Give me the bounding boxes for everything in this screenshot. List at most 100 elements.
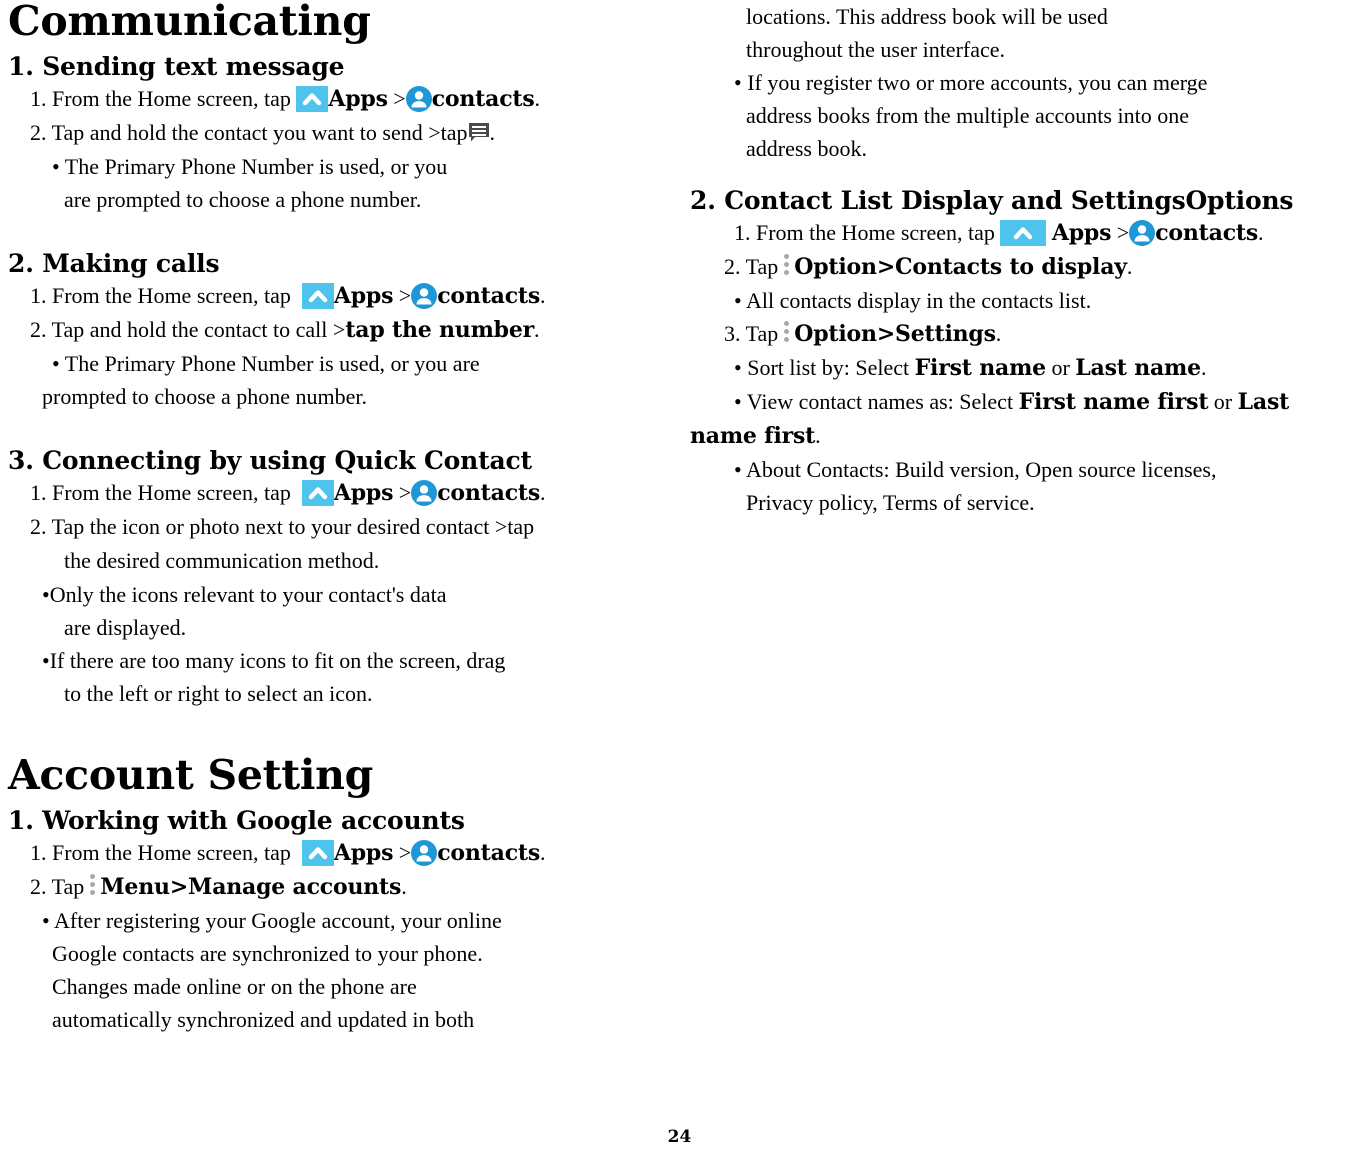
- overflow-menu-icon: [87, 873, 97, 898]
- bullet-quick-1-cont: are displayed.: [64, 614, 187, 640]
- apps-chevron-up-icon: [301, 282, 334, 309]
- bullet-google-1-l4: automatically synchronized and updated i…: [52, 1006, 475, 1032]
- bullet-conjunction: or: [1208, 389, 1238, 415]
- bullet-merge-1: • If you register two or more accounts, …: [734, 70, 1208, 95]
- step-separator: >: [393, 839, 412, 865]
- contacts-label: contacts: [437, 479, 541, 506]
- heading-quick-contact: 3. Connecting by using Quick Contact: [8, 445, 532, 475]
- step-sending-2: 2. Tap and hold the contact you want to …: [30, 116, 668, 150]
- step-separator: >: [393, 282, 412, 308]
- apps-label: Apps: [333, 282, 394, 309]
- step-suffix: .: [1126, 253, 1133, 279]
- bullet-all-contacts: • All contacts display in the contacts l…: [734, 287, 1092, 313]
- bullet-view-contact-names-cont: name first.: [690, 419, 1350, 453]
- option-first-name-first: First name first: [1018, 389, 1209, 416]
- apps-chevron-up-icon: [301, 839, 334, 866]
- step-calls-2: 2. Tap and hold the contact to call >tap…: [30, 313, 668, 347]
- option-last-name-first-part1: Last: [1237, 389, 1290, 416]
- contacts-person-icon: [405, 85, 432, 112]
- step-text: 3. Tap: [724, 320, 779, 346]
- step-quick-1: 1. From the Home screen, tap Apps > conta…: [30, 476, 668, 510]
- page-title-account-setting: Account Setting: [8, 750, 374, 799]
- bullet-quick-2: •If there are too many icons to fit on t…: [42, 647, 506, 673]
- bullet-about-contacts: • About Contacts: Build version, Open so…: [734, 457, 1217, 483]
- bullet-quick-1: •Only the icons relevant to your contact…: [42, 581, 447, 607]
- apps-chevron-up-icon: [301, 479, 334, 506]
- contacts-label: contacts: [1155, 219, 1259, 246]
- step-separator: >: [1111, 219, 1130, 245]
- contacts-label: contacts: [437, 282, 541, 309]
- left-column: Communicating 1. Sending text message 1.…: [8, 0, 668, 1036]
- bullet-merge-1-l2: address books from the multiple accounts…: [746, 103, 1189, 128]
- continued-line-2: throughout the user interface.: [746, 37, 1006, 62]
- bullet-conjunction: or: [1045, 355, 1076, 381]
- right-column: locations. This address book will be use…: [690, 0, 1350, 519]
- step-suffix: .: [534, 85, 541, 111]
- step-suffix: .: [401, 873, 407, 899]
- step-text: 1. From the Home screen, tap: [30, 85, 297, 111]
- step-separator: >: [387, 85, 406, 111]
- step-suffix: .: [1258, 219, 1264, 245]
- heading-sending-text-message: 1. Sending text message: [8, 52, 345, 82]
- overflow-menu-icon: [781, 253, 791, 278]
- bullet-google-1: • After registering your Google account,…: [42, 907, 502, 933]
- bullet-text: • Sort list by: Select: [734, 355, 915, 381]
- apps-label: Apps: [1051, 219, 1112, 246]
- step-sending-1: 1. From the Home screen, tap Apps > conta…: [30, 82, 668, 116]
- page-number: 24: [667, 1127, 692, 1147]
- step-suffix: .: [489, 119, 496, 145]
- message-bubble-icon: [468, 119, 490, 142]
- step-quick-2-cont: the desired communication method.: [64, 547, 380, 573]
- bullet-google-1-l2: Google contacts are synchronized to your…: [52, 940, 483, 966]
- heading-google-accounts: 1. Working with Google accounts: [8, 806, 465, 835]
- step-display-3: 3. Tap Option>Settings.: [724, 317, 1350, 351]
- contacts-label: contacts: [431, 85, 535, 112]
- bullet-sending-1: • The Primary Phone Number is used, or y…: [52, 153, 448, 179]
- option-last-name-first-part2: name first: [690, 423, 816, 450]
- bullet-text: • View contact names as: Select: [734, 389, 1019, 415]
- manual-page: Communicating 1. Sending text message 1.…: [0, 0, 1359, 1153]
- step-text: 2. Tap and hold the contact to call >: [30, 316, 346, 342]
- step-bold: tap the number: [345, 316, 535, 343]
- page-title: Communicating: [8, 0, 371, 45]
- contacts-person-icon: [411, 839, 438, 866]
- step-text: 1. From the Home screen, tap: [30, 839, 297, 865]
- step-bold: Option>Settings: [794, 320, 996, 347]
- step-bold: Menu>Manage accounts: [100, 873, 402, 900]
- continued-line-1: locations. This address book will be use…: [746, 4, 1108, 29]
- contacts-person-icon: [411, 282, 438, 309]
- apps-label: Apps: [328, 85, 388, 112]
- apps-chevron-up-icon: [1000, 219, 1047, 246]
- bullet-calls-1-cont: prompted to choose a phone number.: [42, 383, 368, 409]
- heading-contact-list-display: 2. Contact List Display and SettingsOpti…: [690, 186, 1294, 215]
- bullet-merge-1-l3: address book.: [746, 136, 867, 161]
- bullet-view-contact-names: • View contact names as: Select First na…: [734, 385, 1350, 419]
- bullet-google-1-l3: Changes made online or on the phone are: [52, 973, 417, 999]
- bullet-calls-1: • The Primary Phone Number is used, or y…: [52, 350, 480, 376]
- overflow-menu-icon: [781, 320, 791, 345]
- step-google-1: 1. From the Home screen, tap Apps > conta…: [30, 836, 668, 870]
- step-suffix: .: [995, 320, 1002, 346]
- contacts-label: contacts: [437, 839, 541, 866]
- step-text: 1. From the Home screen, tap: [734, 219, 1001, 245]
- bullet-suffix: .: [1200, 355, 1207, 381]
- apps-label: Apps: [333, 479, 394, 506]
- bullet-quick-2-cont: to the left or right to select an icon.: [64, 680, 373, 706]
- contacts-person-icon: [1129, 219, 1156, 246]
- step-suffix: .: [540, 282, 546, 308]
- step-suffix: .: [540, 479, 546, 505]
- step-text: 2. Tap and hold the contact you want to …: [30, 119, 468, 145]
- step-suffix: .: [534, 316, 540, 342]
- contacts-person-icon: [411, 479, 438, 506]
- step-quick-2: 2. Tap the icon or photo next to your de…: [30, 513, 535, 539]
- step-text: 2. Tap: [30, 873, 85, 899]
- bullet-suffix: .: [815, 423, 821, 449]
- apps-chevron-up-icon: [296, 85, 329, 112]
- apps-label: Apps: [333, 839, 394, 866]
- option-first-name: First name: [914, 355, 1047, 382]
- step-separator: >: [393, 479, 412, 505]
- heading-making-calls: 2. Making calls: [8, 248, 220, 278]
- step-display-2: 2. Tap Option>Contacts to display.: [724, 250, 1350, 284]
- step-display-1: 1. From the Home screen, tap Apps > conta…: [734, 216, 1350, 250]
- step-suffix: .: [540, 839, 546, 865]
